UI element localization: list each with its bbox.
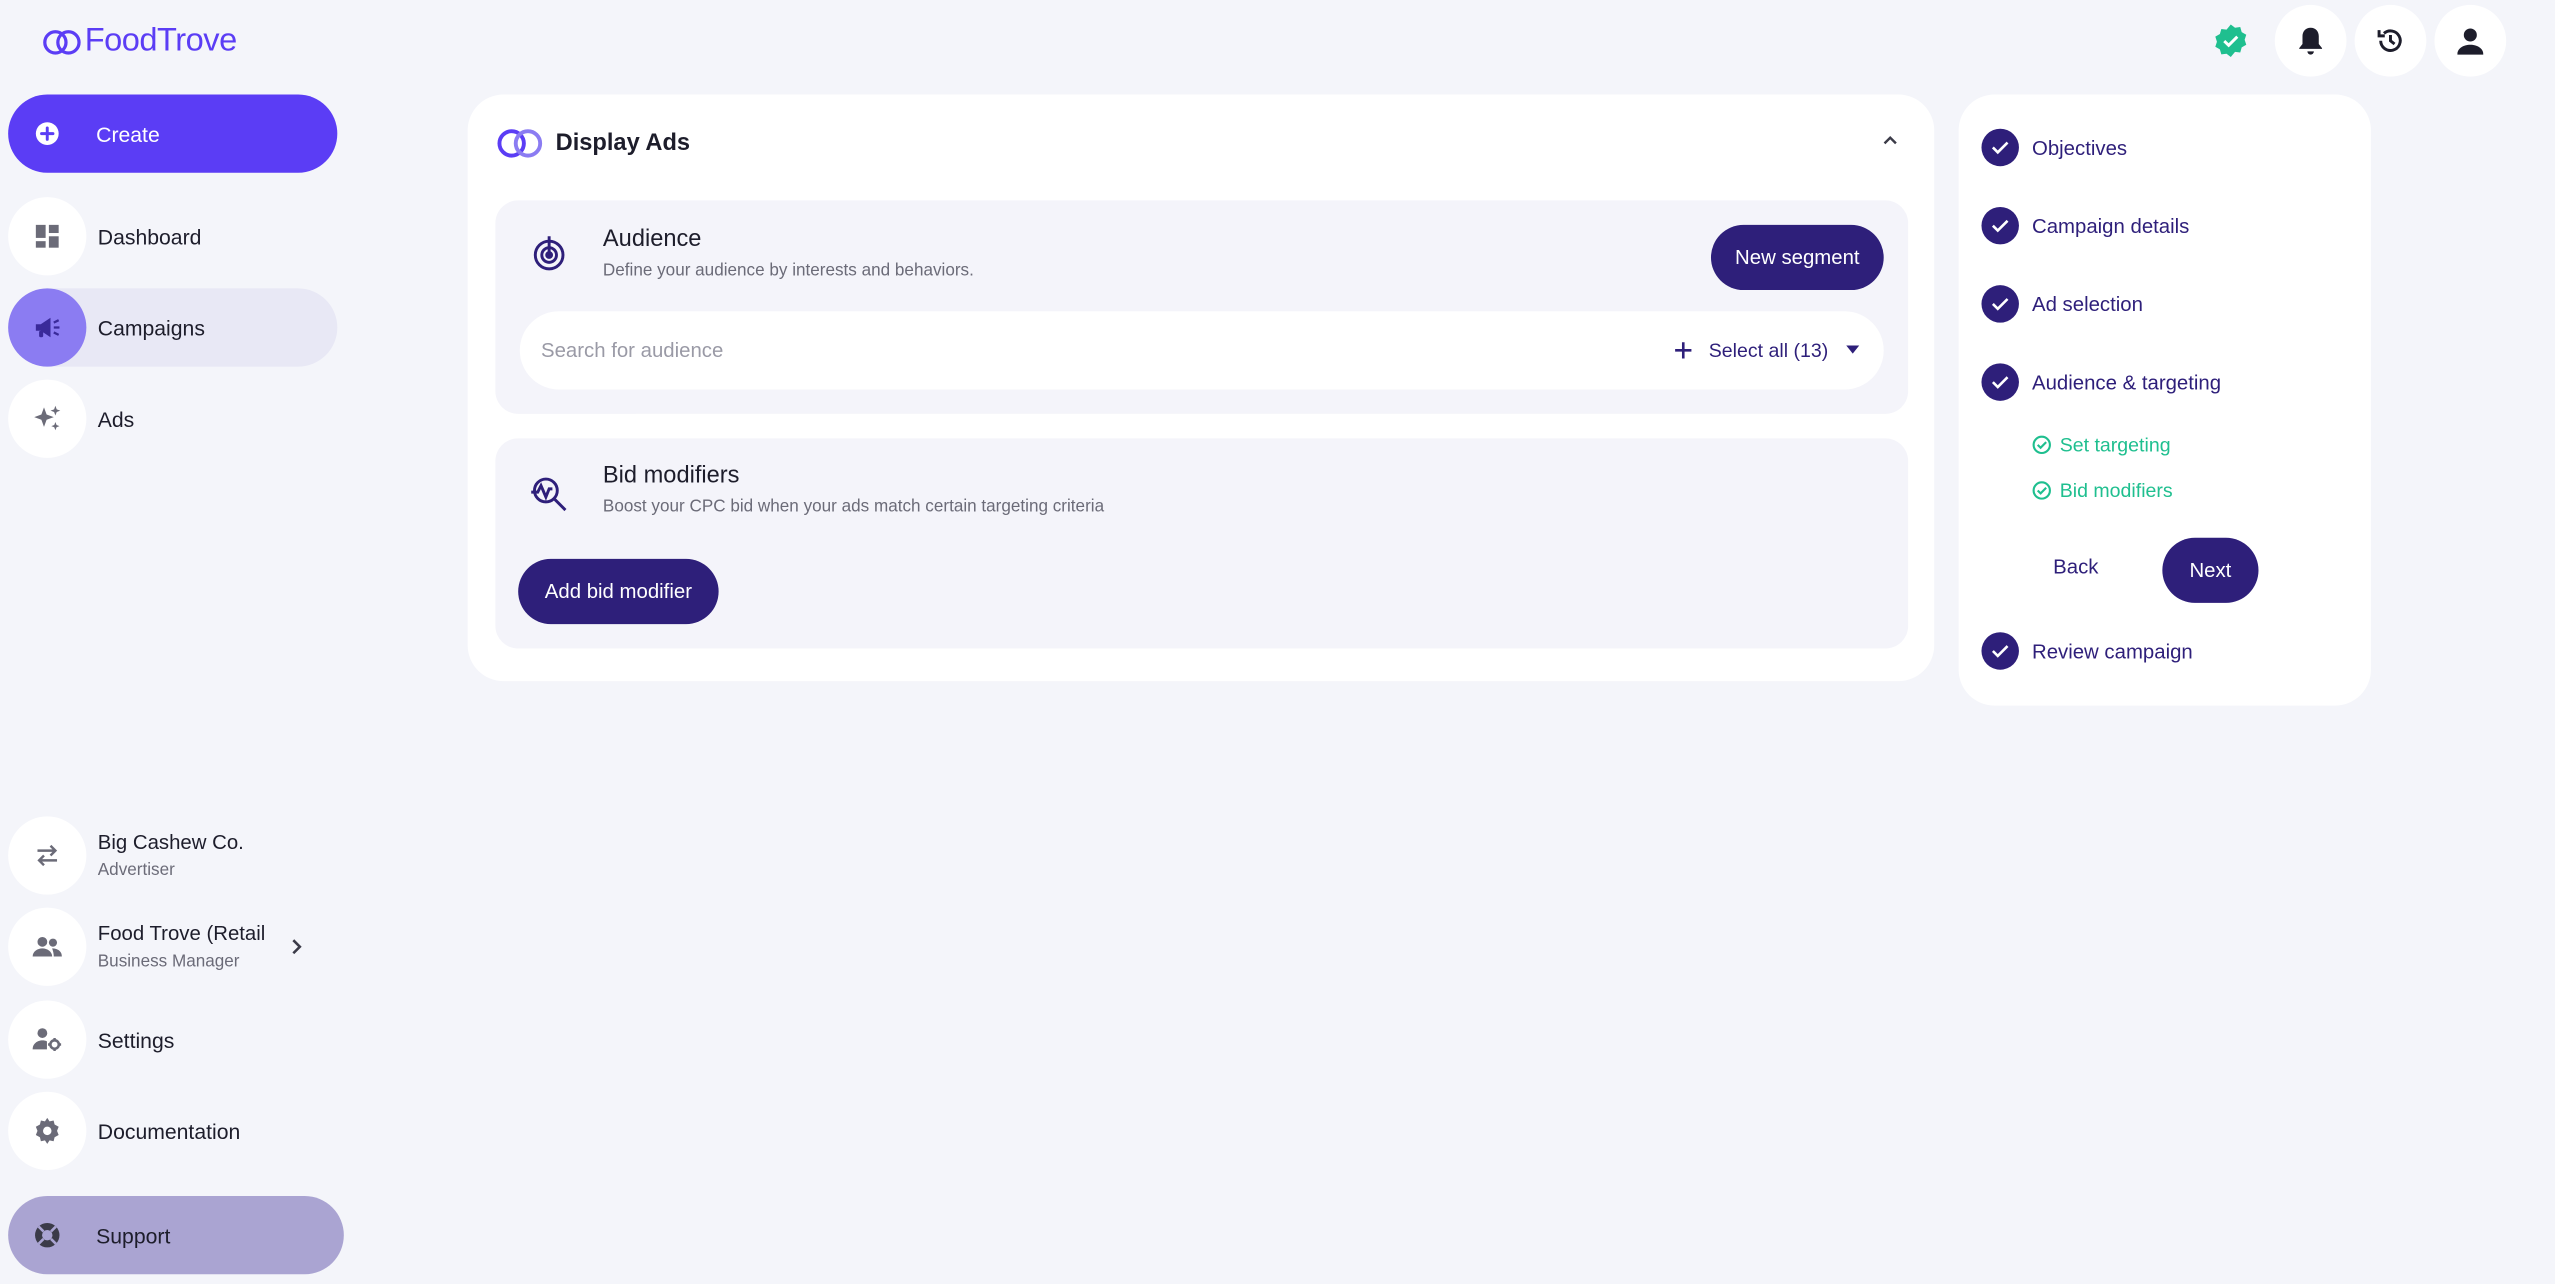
step-label: Audience & targeting [2031,370,2222,394]
user-gear-icon [8,1000,87,1079]
account-role: Business Manager [97,951,240,972]
sidebar-item-label: Ads [97,406,135,432]
sub-step-bid-modifiers[interactable]: Bid modifiers [2032,479,2173,502]
megaphone-icon [8,288,87,367]
chevron-up-icon[interactable] [1882,134,1898,147]
step-ad-selection[interactable]: Ad selection [1981,285,2143,323]
check-icon [1981,206,2019,245]
step-label: Campaign details [2031,214,2190,238]
back-button[interactable]: Back [2053,556,2098,579]
step-campaign-details[interactable]: Campaign details [1981,206,2190,245]
history-icon [2377,29,2402,52]
audience-title: Audience [602,226,702,253]
create-button[interactable]: Create [8,94,338,173]
sidebar-item-label: Campaigns [97,315,205,340]
notifications-button[interactable] [2274,4,2347,77]
sidebar-item-label: Documentation [97,1118,241,1144]
new-segment-button[interactable]: New segment [1710,224,1884,291]
audience-search: Select all (13) [519,311,1884,390]
bid-modifiers-subtitle: Boost your CPC bid when your ads match c… [602,496,1105,517]
display-ads-card: Display Ads Audience Define your audienc… [467,94,1935,682]
app-frame: FoodTrove Create Dashboard Campaigns Ads… [0,0,2555,1284]
sub-step-label: Bid modifiers [2059,479,2173,502]
select-all-control[interactable]: Select all (13) [1673,311,1861,389]
sidebar-item-label: Dashboard [97,224,202,249]
target-icon [528,231,570,273]
step-review-campaign[interactable]: Review campaign [1981,632,2193,670]
step-label: Objectives [2031,136,2128,159]
dashboard-icon [8,197,87,276]
account-name: Big Cashew Co. [97,831,244,854]
support-button[interactable]: Support [8,1196,344,1275]
audience-panel: Audience Define your audience by interes… [495,200,1909,414]
user-icon [2457,27,2484,54]
plus-circle-icon [8,95,86,173]
audience-search-input[interactable] [540,338,1601,362]
chevron-right-icon[interactable] [290,937,303,957]
user-menu-button[interactable] [2434,4,2507,77]
step-label: Review campaign [2031,639,2193,663]
lifebuoy-icon [8,1196,86,1274]
account-role: Advertiser [97,860,175,880]
users-icon [8,907,87,986]
sidebar-item-label: Settings [97,1027,175,1052]
history-button[interactable] [2354,4,2427,77]
sub-step-set-targeting[interactable]: Set targeting [2032,433,2171,456]
bell-icon [2299,27,2323,55]
bid-modifiers-panel: Bid modifiers Boost your CPC bid when yo… [495,438,1909,649]
sub-step-label: Set targeting [2059,433,2171,457]
check-icon [1981,285,2019,323]
sidebar-item-dashboard[interactable]: Dashboard [8,197,337,276]
account-switcher-advertiser[interactable]: Big Cashew Co. Advertiser [8,816,337,895]
swap-icon [8,816,87,895]
step-objectives[interactable]: Objectives [1981,128,2128,167]
sidebar-item-campaigns[interactable]: Campaigns [8,288,338,367]
account-name: Food Trove (Retail [97,922,266,946]
check-icon [1981,128,2019,167]
gear-icon [8,1091,87,1170]
account-switcher-business[interactable]: Food Trove (Retail Business Manager [8,907,337,986]
check-icon [1981,632,2019,670]
select-all-label: Select all (13) [1708,338,1829,362]
audience-subtitle: Define your audience by interests and be… [602,260,974,281]
next-button[interactable]: Next [2162,537,2259,603]
step-audience-targeting[interactable]: Audience & targeting [1981,363,2222,401]
sidebar-item-ads[interactable]: Ads [8,379,337,458]
search-analytics-icon [528,473,570,515]
sidebar-item-settings[interactable]: Settings [8,1000,337,1079]
caret-down-icon[interactable] [1845,345,1861,355]
sidebar-item-documentation[interactable]: Documentation [8,1091,337,1170]
logo-text: FoodTrove [84,22,237,59]
check-circle-icon [2032,481,2051,500]
create-label: Create [96,121,160,146]
card-title: Display Ads [555,130,691,157]
display-ads-logo-icon [497,129,543,158]
check-circle-icon [2032,435,2051,455]
add-bid-modifier-button[interactable]: Add bid modifier [518,558,719,625]
support-label: Support [96,1222,171,1248]
sparkles-icon [8,379,87,458]
plus-icon [1674,342,1691,359]
logo[interactable]: FoodTrove [42,22,237,60]
check-icon [1981,363,2019,401]
step-label: Ad selection [2031,292,2143,316]
bid-modifiers-title: Bid modifiers [602,462,740,489]
logo-mark-icon [43,29,81,54]
campaign-stepper: Objectives Campaign details Ad selection… [1958,94,2371,706]
verified-badge-icon[interactable] [2213,23,2249,59]
